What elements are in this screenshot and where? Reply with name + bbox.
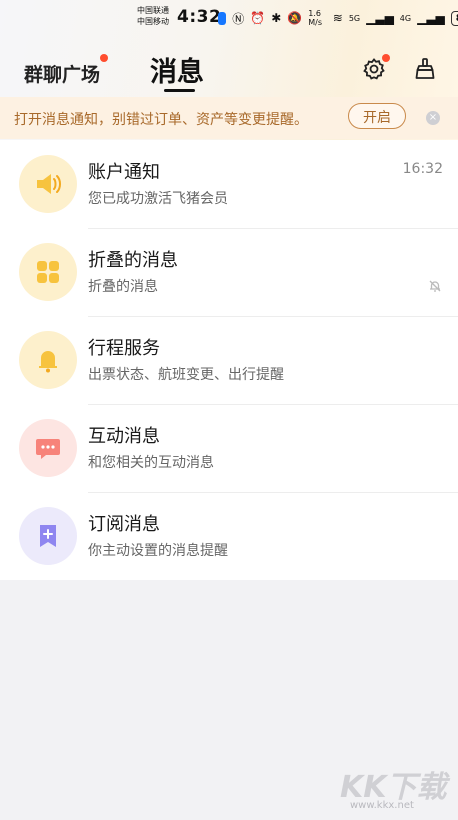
bluetooth-icon: ✱ — [271, 11, 282, 25]
muted-bell-icon — [428, 278, 442, 292]
bookmark-plus-icon — [19, 507, 77, 565]
status-icons: Ⓝ ⏰ ✱ 🔕 1.6 M/s ≋ 5G ▁▃▅ 4G ▁▃▅ 86 — [218, 9, 458, 27]
item-title: 订阅消息 — [88, 514, 160, 535]
mute-bell-icon: 🔕 — [287, 11, 303, 25]
tab-group-chat[interactable]: 群聊广场 — [24, 54, 109, 87]
list-item[interactable]: 行程服务 出票状态、航班变更、出行提醒 — [0, 316, 458, 404]
battery-level: 86 — [450, 10, 458, 26]
close-icon[interactable]: × — [426, 111, 440, 125]
signal-5g: 5G — [348, 13, 361, 23]
message-list: 账户通知 您已成功激活飞猪会员 16:32 折叠的消息 折叠的消息 行程服务 出… — [0, 140, 458, 580]
item-title: 行程服务 — [88, 338, 160, 359]
item-subtitle: 折叠的消息 — [88, 279, 158, 295]
gear-icon[interactable] — [362, 54, 390, 81]
item-subtitle: 您已成功激活飞猪会员 — [88, 191, 228, 207]
broom-icon[interactable] — [413, 57, 437, 81]
banner-text: 打开消息通知，别错过订单、资产等变更提醒。 — [14, 112, 308, 128]
item-time: 16:32 — [402, 161, 443, 177]
signal-bars-icon: ▁▃▅ — [366, 11, 394, 25]
active-tab-indicator — [164, 89, 195, 92]
list-item[interactable]: 互动消息 和您相关的互动消息 — [0, 404, 458, 492]
chat-bubble-icon — [19, 419, 77, 477]
tab-messages[interactable]: 消息 — [150, 50, 204, 89]
alarm-icon: ⏰ — [250, 11, 266, 25]
wifi-icon: ≋ — [332, 11, 343, 25]
item-subtitle: 你主动设置的消息提醒 — [88, 543, 228, 559]
item-title: 折叠的消息 — [88, 250, 178, 271]
list-item[interactable]: 账户通知 您已成功激活飞猪会员 16:32 — [0, 140, 458, 228]
settings-badge-dot — [382, 54, 390, 62]
carrier-names: 中国联通 中国移动 — [137, 6, 169, 26]
speaker-icon — [19, 155, 77, 213]
item-subtitle: 和您相关的互动消息 — [88, 455, 214, 471]
item-subtitle: 出票状态、航班变更、出行提醒 — [88, 367, 284, 383]
list-item[interactable]: 折叠的消息 折叠的消息 — [0, 228, 458, 316]
item-title: 账户通知 — [88, 162, 160, 183]
signal-4g: 4G — [399, 13, 412, 23]
status-time: 4:32 — [177, 7, 222, 27]
nfc-icon: Ⓝ — [232, 11, 245, 26]
grid-icon — [19, 243, 77, 301]
watermark-url: www.kkx.net — [350, 800, 414, 811]
top-nav: 群聊广场 消息 — [0, 40, 458, 92]
signal-bars-icon: ▁▃▅ — [417, 11, 445, 25]
net-speed: 1.6 M/s — [308, 9, 323, 27]
app-notification-icon — [218, 11, 227, 25]
status-bar: 中国联通 中国移动 4:32 Ⓝ ⏰ ✱ 🔕 1.6 M/s ≋ 5G ▁▃▅ … — [0, 0, 458, 34]
item-title: 互动消息 — [88, 426, 160, 447]
notification-permission-banner: 打开消息通知，别错过订单、资产等变更提醒。 开启 × — [0, 97, 458, 139]
unread-dot — [100, 54, 109, 62]
list-item[interactable]: 订阅消息 你主动设置的消息提醒 — [0, 492, 458, 580]
bell-icon — [19, 331, 77, 389]
enable-notifications-button[interactable]: 开启 — [348, 103, 406, 129]
